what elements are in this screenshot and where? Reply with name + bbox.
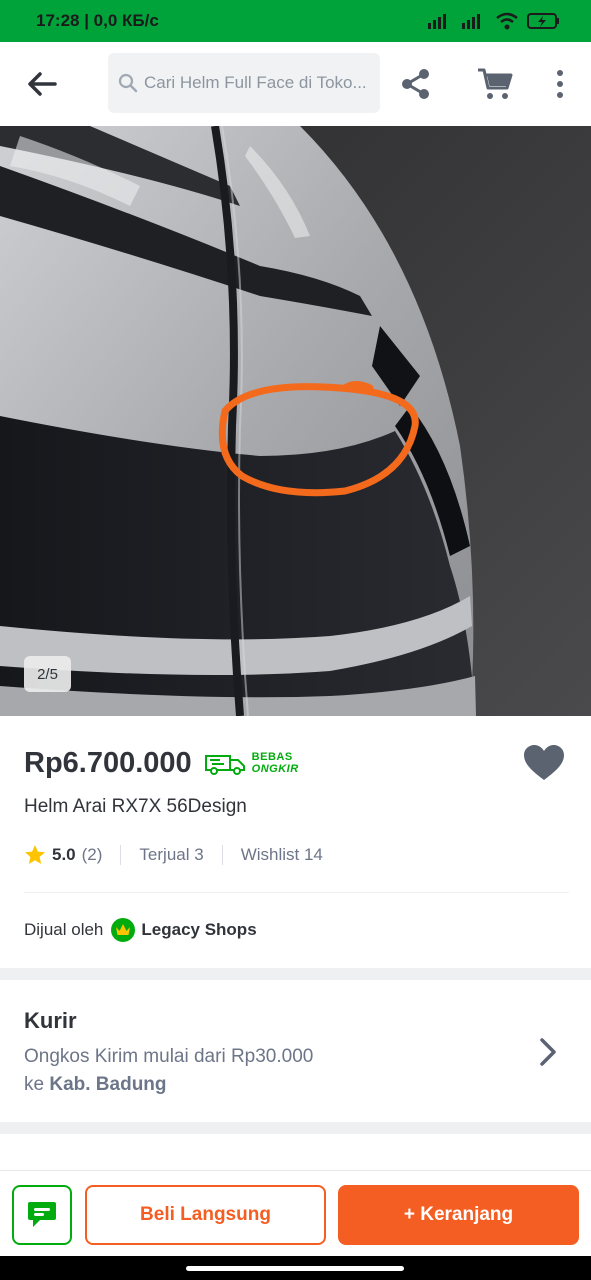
bottom-action-bar: Beli Langsung + Keranjang [0, 1170, 591, 1256]
app-bar: Cari Helm Full Face di Toko... [0, 42, 591, 126]
product-price: Rp6.700.000 [24, 746, 192, 779]
section-divider [0, 1122, 591, 1134]
status-bar: 17:28 | 0,0 КБ/с [0, 0, 591, 42]
status-icons [427, 12, 561, 30]
cart-icon [478, 68, 513, 99]
back-button[interactable] [22, 66, 62, 102]
buy-now-button[interactable]: Beli Langsung [85, 1185, 326, 1245]
price-row: Rp6.700.000 BEBAS ONGKIR [24, 740, 569, 786]
cart-button[interactable] [476, 66, 514, 102]
heart-icon [524, 745, 564, 780]
status-time: 17:28 | 0,0 КБ/с [36, 11, 159, 30]
destination-place: Kab. Badung [49, 1074, 167, 1095]
seller-row[interactable]: Dijual oleh Legacy Shops [24, 916, 257, 944]
shipping-cost-text: Ongkos Kirim mulai dari Rp30.000 [24, 1046, 314, 1067]
divider [24, 892, 569, 893]
home-gesture-handle[interactable] [186, 1266, 404, 1271]
more-options-button[interactable] [546, 66, 574, 102]
wifi-icon [496, 12, 518, 30]
chat-button[interactable] [12, 1185, 72, 1245]
seller-name[interactable]: Legacy Shops [141, 920, 256, 940]
more-dot-icon [557, 92, 563, 98]
helmet-photo [0, 126, 591, 716]
product-image[interactable] [0, 126, 591, 716]
battery-icon [527, 13, 559, 29]
chevron-right-icon [540, 1038, 556, 1066]
courier-section[interactable]: Kurir Ongkos Kirim mulai dari Rp30.000 k… [0, 980, 591, 1122]
free-shipping-label: BEBAS ONGKIR [252, 751, 299, 775]
image-counter-badge: 2/5 [24, 656, 71, 692]
sold-count: Terjual 3 [139, 845, 204, 864]
truck-icon [204, 755, 245, 775]
share-button[interactable] [398, 66, 434, 102]
divider [221, 845, 223, 865]
free-shipping-line2: ONGKIR [251, 763, 299, 775]
free-shipping-line1: BEBAS [251, 751, 293, 763]
star-icon [25, 845, 45, 864]
official-store-badge-icon [111, 918, 136, 942]
product-name: Helm Arai RX7X 56Design [24, 796, 247, 817]
wishlist-button[interactable] [522, 743, 566, 783]
free-shipping-badge: BEBAS ONGKIR [204, 750, 299, 776]
courier-detail-button[interactable] [534, 1034, 562, 1070]
add-to-cart-button[interactable]: + Keranjang [338, 1185, 579, 1245]
arrow-left-icon [28, 72, 57, 96]
more-dot-icon [557, 81, 563, 87]
section-divider [0, 968, 591, 980]
search-placeholder: Cari Helm Full Face di Toko... [144, 73, 367, 92]
rating-value: 5.0 [52, 845, 76, 864]
more-dot-icon [557, 70, 563, 76]
courier-title: Kurir [24, 1008, 77, 1033]
rating-count[interactable]: (2) [82, 845, 103, 865]
shipping-destination: ke Kab. Badung [24, 1074, 167, 1096]
product-stats: 5.0 (2) Terjual 3 Wishlist 14 [24, 842, 323, 868]
crown-icon [116, 924, 131, 935]
search-icon [118, 73, 138, 93]
share-icon [402, 69, 429, 99]
search-input[interactable]: Cari Helm Full Face di Toko... [108, 53, 380, 113]
signal-icon [428, 14, 446, 29]
wishlist-count: Wishlist 14 [240, 845, 323, 864]
system-navigation-bar [0, 1256, 591, 1280]
signal-icon-2 [462, 14, 480, 29]
seller-prefix: Dijual oleh [24, 920, 104, 939]
chat-icon [28, 1202, 56, 1227]
destination-prefix: ke [24, 1074, 45, 1095]
divider [120, 845, 122, 865]
